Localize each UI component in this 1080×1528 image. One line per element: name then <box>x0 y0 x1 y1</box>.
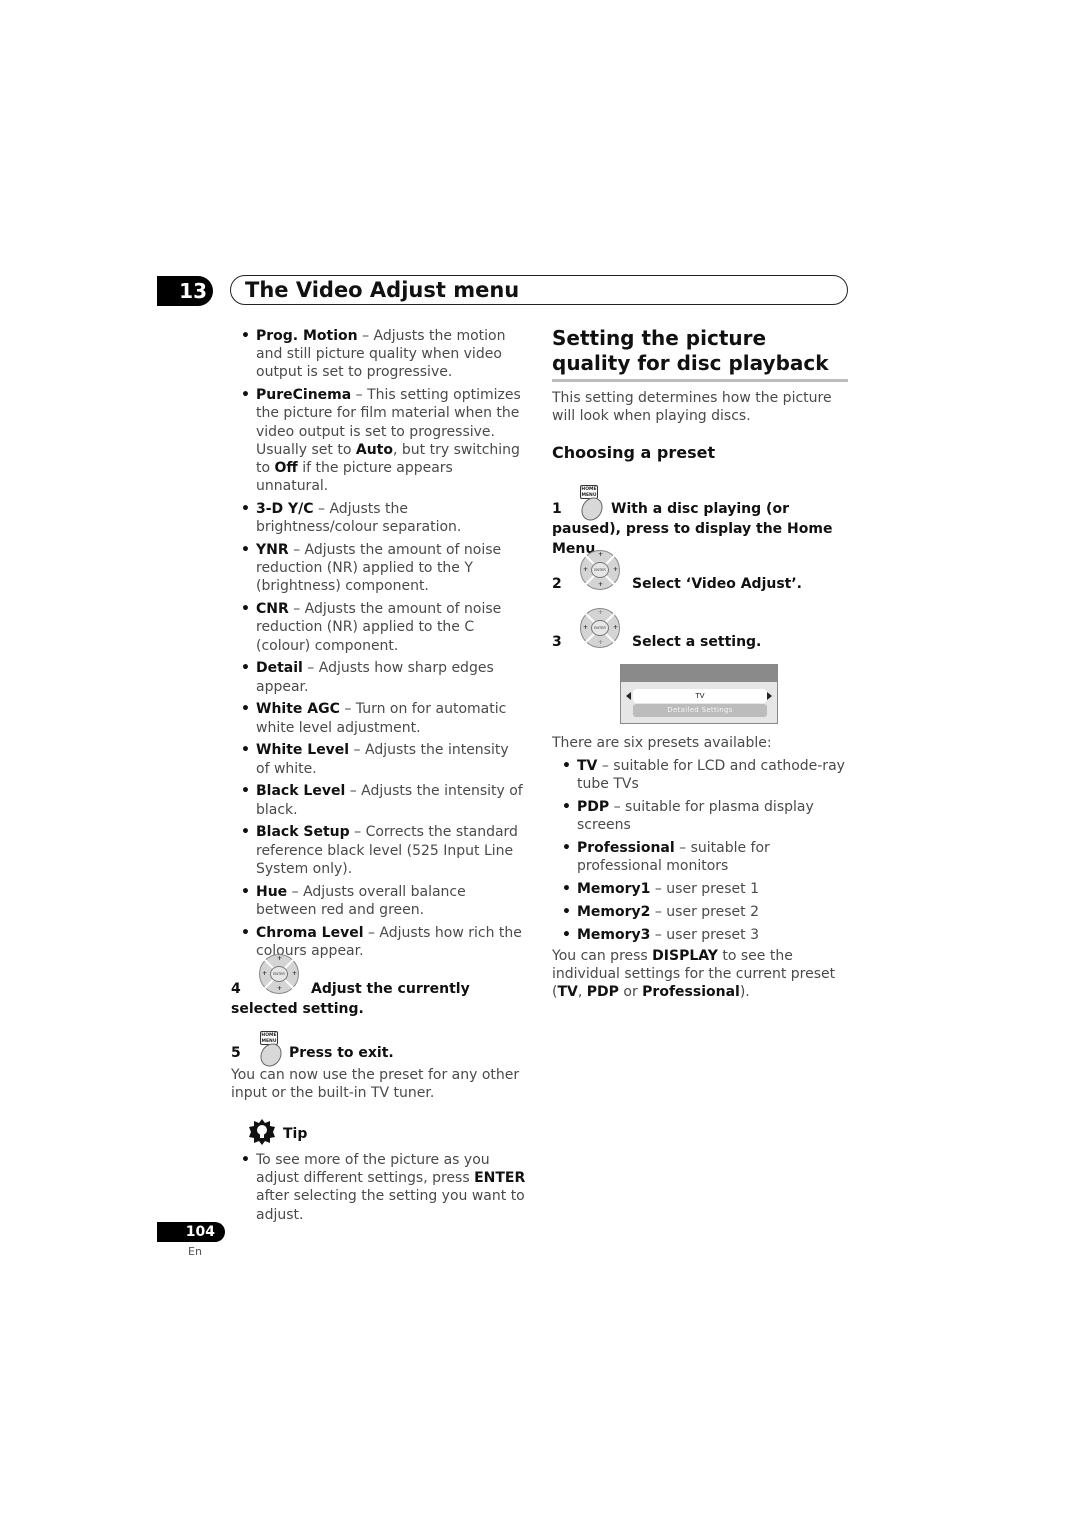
section-intro: This setting determines how the picture … <box>552 390 832 425</box>
step-number: 3 <box>552 634 562 650</box>
step-number: 4 <box>231 981 241 997</box>
display-note: You can press DISPLAY to see the individ… <box>552 947 848 1002</box>
list-item: 3-D Y/C – Adjusts the brightness/colour … <box>231 500 526 536</box>
osd-title-bar <box>621 665 777 682</box>
preset-desc: – user preset 2 <box>650 903 759 920</box>
preset-desc: – suitable for LCD and cathode-ray tube … <box>577 758 845 793</box>
setting-desc: – Adjusts the amount of noise reduction … <box>256 601 502 654</box>
tip-text: after selecting the setting you want to … <box>256 1188 525 1223</box>
enter-keyword: ENTER <box>474 1170 526 1187</box>
list-item: Hue – Adjusts overall balance between re… <box>231 883 526 919</box>
osd-preset-selector: TV Detailed Settings <box>620 664 778 724</box>
note-text: ). <box>739 984 750 1001</box>
list-item: PDP – suitable for plasma display screen… <box>552 798 848 834</box>
list-item: Memory3 – user preset 3 <box>552 926 848 944</box>
preset-name: Professional <box>577 840 675 856</box>
list-item: Memory2 – user preset 2 <box>552 903 848 921</box>
option-off: Off <box>274 460 298 477</box>
step-text: Adjust the currently selected setting. <box>231 981 470 1017</box>
tip-icon <box>248 1118 276 1150</box>
tip-text: To see more of the picture as you adjust… <box>256 1152 490 1187</box>
after-text: You can now use the preset for any other… <box>231 1067 520 1102</box>
list-item: To see more of the picture as you adjust… <box>231 1151 531 1224</box>
setting-name: 3-D Y/C <box>256 501 314 518</box>
detailed-settings-button[interactable]: Detailed Settings <box>633 704 767 717</box>
preset-desc: – user preset 1 <box>650 881 759 897</box>
presets-list: TV – suitable for LCD and cathode-ray tu… <box>552 757 848 948</box>
section-divider <box>552 379 848 382</box>
list-item: Professional – suitable for professional… <box>552 839 848 875</box>
list-item: CNR – Adjusts the amount of noise reduct… <box>231 600 526 655</box>
preset-desc: – suitable for plasma display screens <box>577 799 814 834</box>
list-item: Memory1 – user preset 1 <box>552 880 848 898</box>
setting-name: CNR <box>256 601 289 618</box>
list-item: Black Setup – Corrects the standard refe… <box>231 823 526 878</box>
tip-label: Tip <box>283 1126 308 1142</box>
step-number: 5 <box>231 1045 241 1061</box>
pdp-keyword: PDP <box>586 984 619 1001</box>
step-2: 2 Select ‘Video Adjust’. <box>552 576 802 592</box>
professional-keyword: Professional <box>642 984 740 1001</box>
option-auto: Auto <box>355 441 393 458</box>
chapter-title: The Video Adjust menu <box>245 278 520 302</box>
preset-name: TV <box>577 758 598 774</box>
step-3: 3 Select a setting. <box>552 634 761 650</box>
arrow-left-icon[interactable] <box>626 692 631 700</box>
step-number: 2 <box>552 576 562 592</box>
step-4: 4 Adjust the currently selected setting. <box>231 979 526 1019</box>
setting-name: Detail <box>256 660 303 677</box>
note-text: You can press <box>552 948 653 964</box>
list-item: YNR – Adjusts the amount of noise reduct… <box>231 541 526 596</box>
preset-name: PDP <box>577 799 610 815</box>
note-text: or <box>618 984 643 1001</box>
list-item: TV – suitable for LCD and cathode-ray tu… <box>552 757 848 793</box>
left-column: Prog. Motion – Adjusts the motion and st… <box>231 327 526 965</box>
list-item: White AGC – Turn on for automatic white … <box>231 700 526 736</box>
preset-name: Memory3 <box>577 926 651 943</box>
setting-name: White Level <box>256 742 350 759</box>
preset-name: Memory2 <box>577 903 651 920</box>
setting-name: PureCinema <box>256 387 352 404</box>
setting-name: Prog. Motion <box>256 328 358 344</box>
chapter-number: 13 <box>157 276 213 306</box>
list-item: PureCinema – This setting optimizes the … <box>231 386 526 495</box>
list-item: Prog. Motion – Adjusts the motion and st… <box>231 327 526 382</box>
preset-name: Memory1 <box>577 881 651 897</box>
step-text: Press to exit. <box>289 1045 394 1061</box>
page-language: En <box>188 1245 202 1258</box>
subsection-title: Choosing a preset <box>552 443 716 462</box>
setting-name: Chroma Level <box>256 924 364 941</box>
setting-name: Hue <box>256 883 288 900</box>
setting-name: Black Setup <box>256 824 350 841</box>
display-keyword: DISPLAY <box>652 948 718 964</box>
step-text: Select ‘Video Adjust’. <box>632 576 802 592</box>
note-text: , <box>577 984 587 1001</box>
tv-keyword: TV <box>557 984 578 1001</box>
list-item: White Level – Adjusts the intensity of w… <box>231 741 526 777</box>
preset-desc: – user preset 3 <box>650 926 759 943</box>
list-item: Detail – Adjusts how sharp edges appear. <box>231 659 526 695</box>
setting-name: White AGC <box>256 701 340 718</box>
step-number: 1 <box>552 501 562 517</box>
setting-name: Black Level <box>256 783 346 800</box>
setting-desc: – Adjusts overall balance between red an… <box>256 883 466 918</box>
arrow-right-icon[interactable] <box>767 692 772 700</box>
list-item: Black Level – Adjusts the intensity of b… <box>231 782 526 818</box>
settings-list: Prog. Motion – Adjusts the motion and st… <box>231 327 526 960</box>
preset-selector-value[interactable]: TV <box>633 689 767 703</box>
presets-intro: There are six presets available: <box>552 735 772 751</box>
step-5: 5 Press to exit. <box>231 1045 394 1061</box>
setting-desc: – Adjusts the amount of noise reduction … <box>256 542 502 595</box>
tip-content: To see more of the picture as you adjust… <box>231 1151 531 1228</box>
page-number: 104 <box>157 1222 225 1242</box>
step-text: Select a setting. <box>632 634 762 650</box>
section-title: Setting the picture quality for disc pla… <box>552 326 829 375</box>
setting-name: YNR <box>256 542 289 559</box>
